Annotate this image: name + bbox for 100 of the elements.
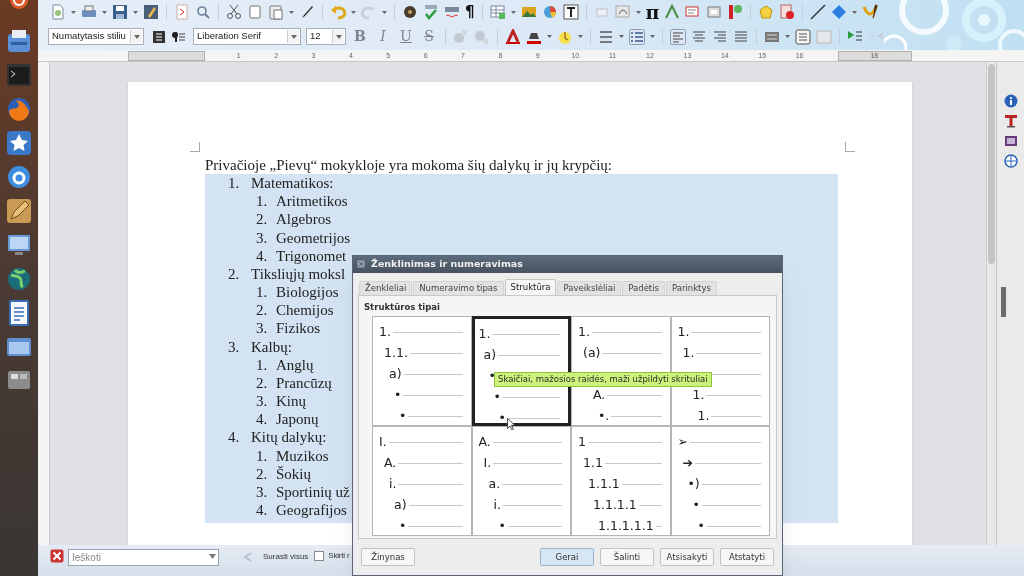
fontwork-icon[interactable] [614,4,631,20]
tab[interactable]: Ženkleliai [359,280,413,295]
styles-icon[interactable] [152,29,166,44]
dropdown-arrow-icon[interactable] [635,10,641,14]
paste-icon[interactable] [268,4,284,20]
search-field[interactable]: Ieškoti [68,549,219,566]
align-left-icon[interactable] [670,28,686,45]
pencil-icon[interactable] [6,198,32,224]
dropdown-arrow-icon[interactable] [578,35,583,38]
frame-icon[interactable] [706,4,723,20]
dropdown-arrow-icon[interactable] [785,35,790,38]
list-number: 1. [256,283,269,302]
brush-icon[interactable] [299,4,315,20]
justify-icon[interactable] [733,28,749,45]
image-icon[interactable] [1003,134,1018,148]
software-center-icon[interactable] [6,164,32,190]
close-icon[interactable] [50,549,64,563]
paragraph-style-icon[interactable] [171,29,185,44]
outline-preset[interactable]: I. A. i. a) • [372,425,472,536]
export-pdf-icon[interactable] [174,4,190,20]
outline-preset[interactable]: 1. 1.1. a) • • [372,315,472,426]
table-icon[interactable] [489,4,506,20]
list-number: 3. [228,337,241,356]
align-right-icon[interactable] [712,28,728,45]
preset-label: • [493,387,501,406]
spellcheck-icon[interactable] [423,4,439,20]
outline-preset[interactable]: 1 1.1 1.1.1 1.1.1.1 1.1.1.1.1 [571,425,671,536]
compass-icon[interactable] [1003,154,1018,168]
list-number: 4. [256,246,269,265]
preset-label: • [692,495,700,514]
tab[interactable]: Padėtis [622,280,665,295]
tab[interactable]: Struktūra [504,278,557,295]
navigator-icon[interactable] [402,4,418,20]
insert-field-icon[interactable] [727,4,744,20]
dropdown-arrow-icon[interactable] [547,35,552,38]
comment-icon[interactable] [685,4,702,20]
info-icon[interactable] [1003,94,1018,108]
dropdown-arrow-icon[interactable] [382,10,387,14]
preset-label: • [399,406,407,425]
new-document-icon[interactable] [50,4,66,20]
list-item-text: Šokių [276,464,311,483]
dropdown-arrow-icon[interactable] [510,10,516,14]
monitor-icon[interactable] [6,232,32,258]
pen-icon[interactable] [862,4,879,20]
list-number: 1. [256,192,269,211]
text-box-icon[interactable] [562,4,579,20]
formatting-marks-button[interactable]: ¶ [465,4,475,20]
paragraph-style-field[interactable]: Numatytasis stiliu [48,28,144,45]
edit-file-icon[interactable] [143,4,159,20]
pi-symbol-button[interactable]: π [645,2,660,22]
list-number: 2. [256,464,269,483]
dropdown-arrow-icon[interactable] [71,10,76,14]
dropdown-arrow-icon[interactable] [351,10,356,14]
outline-preset[interactable]: ➢ ➔ •) • • [670,425,770,536]
dropdown-arrow-icon[interactable] [102,10,107,14]
font-name-field[interactable]: Liberation Serif [193,28,301,45]
printer-icon[interactable] [6,28,32,54]
autocheck-icon[interactable] [444,4,460,20]
list-number: 3. [256,482,269,501]
document-icon[interactable] [6,300,32,326]
bullet-list-icon[interactable] [598,28,614,45]
scrollbar[interactable] [986,62,996,545]
find-all-button[interactable]: Surasti visus [263,551,309,563]
dialog-button[interactable]: Žinynas [361,548,415,567]
dropdown-arrow-icon[interactable] [133,10,138,14]
dialog-button[interactable]: Gerai [540,548,594,567]
cut-icon[interactable] [226,4,242,20]
paragraph-icon[interactable] [795,28,811,45]
list-item-text: Algebros [276,210,331,229]
globe-icon[interactable] [6,266,32,292]
tab[interactable]: Parinktys [666,280,717,295]
close-icon[interactable] [357,260,365,269]
dialog-button[interactable]: Atsisakyti [660,548,714,567]
dropdown-arrow-icon[interactable] [289,10,294,14]
tab[interactable]: Paveikslėliai [557,280,622,295]
list-item-text: Muzikos [276,446,329,465]
checkbox[interactable] [314,551,325,561]
browser-icon[interactable] [6,96,32,122]
dialog-button[interactable]: Šalinti [600,548,654,567]
dropdown-arrow-icon[interactable] [619,35,624,38]
draw-function-icon[interactable] [664,4,681,20]
preset-label: A. [593,385,606,404]
numbered-list-icon[interactable] [629,28,645,45]
font-size-field[interactable]: 12 [306,28,346,45]
dropdown-arrow-icon[interactable] [207,551,217,562]
text-style-icon[interactable] [1003,114,1018,128]
outline-preset[interactable]: A. I. a. i. • [471,425,571,536]
line-icon[interactable] [810,4,827,20]
dropdown-arrow-icon[interactable] [852,10,858,14]
dropdown-arrow-icon[interactable] [650,35,655,38]
save-icon[interactable] [112,4,128,20]
preset-label: • [697,516,705,535]
resize-handle[interactable] [1001,287,1006,317]
tab[interactable]: Numeravimo tipas [413,280,504,295]
align-center-icon[interactable] [691,28,707,45]
font-color-icon[interactable] [505,28,521,45]
dialog-button[interactable]: Atstatyti [720,548,774,567]
preview-icon[interactable] [195,4,211,20]
record-icon[interactable] [779,4,796,20]
image-icon[interactable] [520,4,537,20]
